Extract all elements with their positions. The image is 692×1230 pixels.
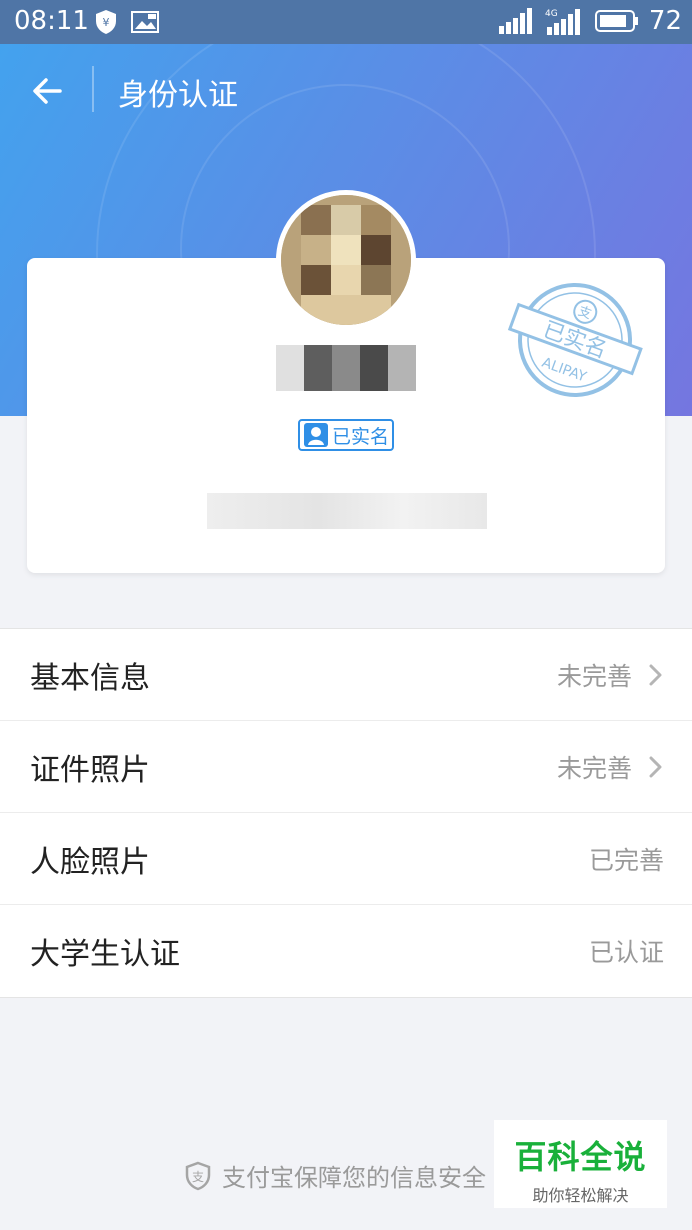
status-bar: 08:11 ¥ 4G 72 — [0, 0, 692, 44]
masked-name — [276, 345, 416, 391]
network-label: 4G — [545, 9, 558, 19]
list-item-label: 大学生认证 — [30, 937, 180, 972]
list-item-status: 未完善 — [557, 657, 664, 693]
avatar — [276, 190, 416, 330]
list-item-label: 人脸照片 — [30, 844, 150, 880]
list-item-student-verification[interactable]: 大学生认证 已认证 — [0, 905, 692, 997]
person-verified-icon — [304, 423, 328, 447]
stamp-brand: ALIPAY — [540, 355, 589, 386]
verified-badge: 已实名 — [298, 419, 394, 451]
list-item-status: 已认证 — [589, 933, 664, 969]
list-item-status: 未完善 — [557, 749, 664, 785]
masked-account — [207, 493, 487, 529]
watermark-title: 百科全说 — [514, 1138, 647, 1176]
back-arrow-icon[interactable] — [28, 71, 68, 111]
status-time: 08:11 — [14, 6, 89, 36]
image-notification-icon — [131, 11, 159, 33]
watermark-subtitle: 助你轻松解决 — [532, 1186, 629, 1205]
verified-stamp-icon: 支 已实名 ALIPAY — [507, 283, 643, 397]
page-title: 身份认证 — [118, 78, 238, 113]
svg-text:¥: ¥ — [103, 16, 110, 29]
chevron-right-icon — [649, 756, 662, 777]
verified-badge-label: 已实名 — [332, 425, 390, 448]
list-item-face-photo[interactable]: 人脸照片 已完善 — [0, 813, 692, 905]
title-divider — [92, 66, 94, 112]
status-right-group: 4G 72 — [498, 6, 682, 36]
list-item-id-photos[interactable]: 证件照片 未完善 — [0, 721, 692, 813]
watermark-logo: 百科全说 助你轻松解决 — [494, 1120, 667, 1208]
list-item-value: 未完善 — [556, 661, 632, 691]
list-item-basic-info[interactable]: 基本信息 未完善 — [0, 629, 692, 721]
security-note-text: 支付宝保障您的信息安全 — [222, 1164, 486, 1192]
list-item-value: 未完善 — [556, 753, 632, 783]
list-item-status: 已完善 — [589, 841, 664, 877]
footer-logo-char: 支 — [192, 1170, 204, 1184]
battery-level: 72 — [648, 6, 682, 36]
shield-icon: ¥ — [96, 10, 116, 34]
battery-icon — [594, 10, 638, 32]
list-item-label: 基本信息 — [30, 660, 150, 696]
list-item-value: 已完善 — [588, 845, 664, 875]
list-item-value: 已认证 — [588, 938, 664, 967]
chevron-right-icon — [649, 664, 662, 685]
info-list: 基本信息 未完善 证件照片 未完善 人脸照片 已完善 大学生认证 已认证 — [0, 628, 692, 998]
list-item-label: 证件照片 — [30, 752, 150, 788]
signal-4g-icon: 4G — [545, 9, 580, 35]
alipay-shield-icon: 支 — [185, 1161, 211, 1190]
signal-icon — [498, 8, 532, 34]
security-note: 支 支付宝保障您的信息安全 — [184, 1158, 486, 1193]
